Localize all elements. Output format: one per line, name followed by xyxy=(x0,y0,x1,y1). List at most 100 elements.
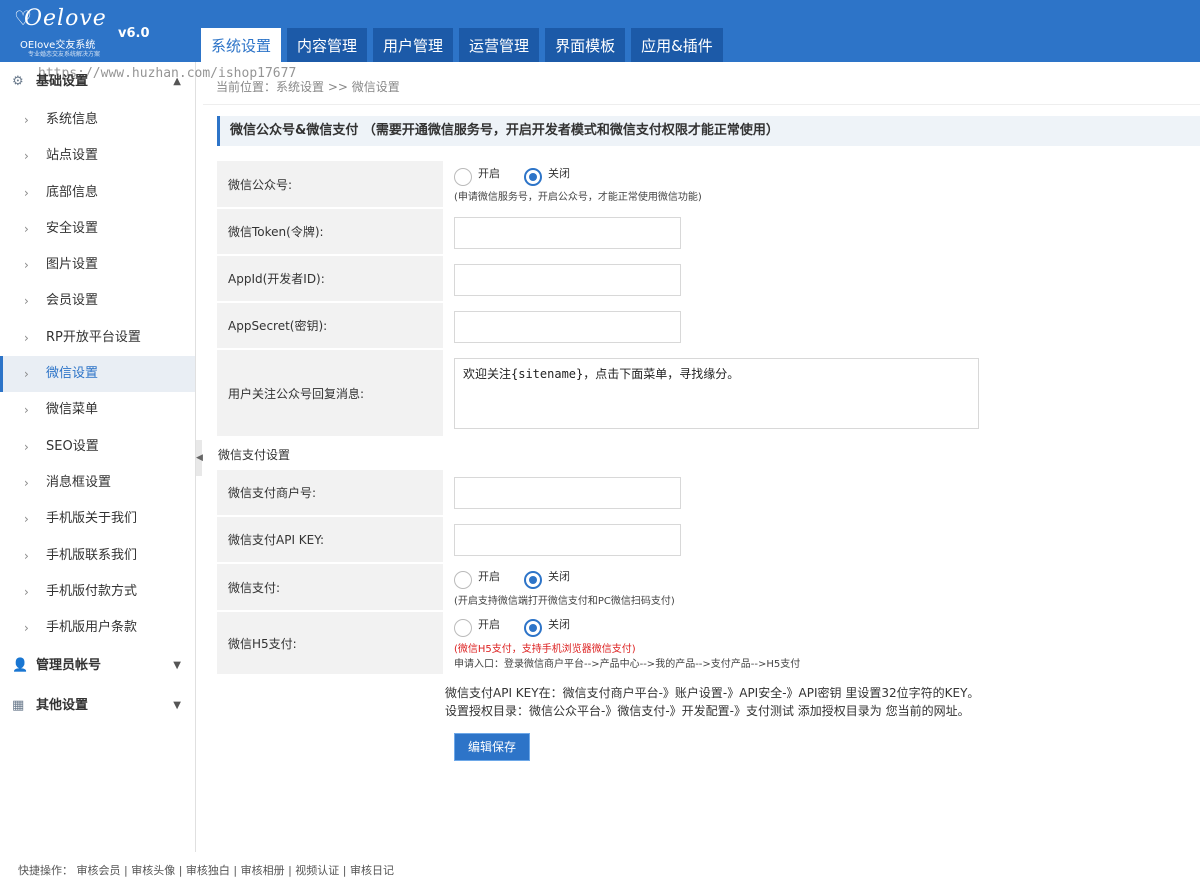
sidebar-item-rp-platform[interactable]: › RP开放平台设置 xyxy=(0,320,195,356)
save-button[interactable]: 编辑保存 xyxy=(454,733,530,761)
tab-templates[interactable]: 界面模板 xyxy=(545,28,626,62)
sidebar-group-label: 其他设置 xyxy=(36,698,89,714)
sidebar-item-label: 手机版联系我们 xyxy=(46,547,138,563)
field-label: AppId(开发者ID): xyxy=(217,256,443,301)
field-hint: 申请入口：登录微信商户平台-->产品中心-->我的产品-->支付产品-->H5支… xyxy=(454,659,801,670)
field-hint: (申请微信服务号，开启公众号，才能正常使用微信功能) xyxy=(454,192,702,203)
radio-disable[interactable] xyxy=(524,168,542,186)
radio-disable[interactable] xyxy=(524,619,542,637)
appsecret-input[interactable] xyxy=(454,311,681,343)
logo-script: Oelove xyxy=(24,6,107,31)
apikey-input[interactable] xyxy=(454,524,681,556)
sidebar-item-wechat-menu[interactable]: › 微信菜单 xyxy=(0,392,195,428)
radio-disable[interactable] xyxy=(524,571,542,589)
sidebar-item-label: 手机版关于我们 xyxy=(46,511,138,527)
sidebar-item-member-settings[interactable]: › 会员设置 xyxy=(0,283,195,319)
sidebar-group-other[interactable]: ▦ 其他设置 ▼ xyxy=(0,686,195,726)
field-label: 微信支付: xyxy=(217,564,443,610)
radio-enable[interactable] xyxy=(454,571,472,589)
sidebar-item-footer-info[interactable]: › 底部信息 xyxy=(0,175,195,211)
field-label: 微信Token(令牌): xyxy=(217,209,443,254)
sidebar-item-label: 安全设置 xyxy=(46,220,99,236)
sidebar-item-site-settings[interactable]: › 站点设置 xyxy=(0,138,195,174)
caret-down-icon: ▼ xyxy=(173,660,181,672)
sidebar-item-mobile-about[interactable]: › 手机版关于我们 xyxy=(0,501,195,537)
reply-message-textarea[interactable]: 欢迎关注{sitename}，点击下面菜单，寻找缘分。 xyxy=(454,358,979,429)
sidebar-item-label: 微信设置 xyxy=(46,366,99,382)
row-h5pay: 微信H5支付: 开启 关闭 (微信H5支付，支持手机浏览器微信支付) 申请入口：… xyxy=(217,612,1200,674)
sidebar: ⚙ 基础设置 ▲ › 系统信息 › 站点设置 › 底部信息 › 安全设置 › 图片设置 ›… xyxy=(0,62,196,852)
sidebar-group-admin[interactable]: 👤 管理员帐号 ▼ xyxy=(0,646,195,686)
appid-input[interactable] xyxy=(454,264,681,296)
row-wxpay: 微信支付: 开启 关闭 (开启支持微信端打开微信支付和PC微信扫码支付) xyxy=(217,564,1200,610)
tab-operations[interactable]: 运营管理 xyxy=(459,28,540,62)
sidebar-item-label: 消息框设置 xyxy=(46,474,112,490)
breadcrumb: 当前位置：系统设置 >> 微信设置 xyxy=(216,80,400,94)
chevron-right-icon: › xyxy=(24,475,29,490)
sidebar-item-label: RP开放平台设置 xyxy=(46,329,141,345)
field-label: 用户关注公众号回复消息: xyxy=(217,350,443,436)
chevron-right-icon: › xyxy=(24,185,29,200)
sidebar-item-system-info[interactable]: › 系统信息 xyxy=(0,102,195,138)
sidebar-item-label: 手机版付款方式 xyxy=(46,583,138,599)
chevron-right-icon: › xyxy=(24,367,29,382)
sidebar-item-mobile-payment[interactable]: › 手机版付款方式 xyxy=(0,574,195,610)
note-api-key: 微信支付API KEY在：微信支付商户平台-》账户设置-》API安全-》API密… xyxy=(445,686,980,700)
divider xyxy=(203,104,1200,105)
chevron-right-icon: › xyxy=(24,149,29,164)
sidebar-item-image-settings[interactable]: › 图片设置 xyxy=(0,247,195,283)
radio-enable[interactable] xyxy=(454,619,472,637)
main-content: 当前位置：系统设置 >> 微信设置 微信公众号&微信支付 （需要开通微信服务号，… xyxy=(203,62,1200,852)
sidebar-item-wechat-settings[interactable]: › 微信设置 xyxy=(0,356,195,393)
gear-icon: ⚙ xyxy=(12,74,24,89)
quick-actions-footer: 快捷操作： 审核会员 | 审核头像 | 审核独白 | 审核相册 | 视频认证 |… xyxy=(18,864,394,877)
field-hint: (开启支持微信端打开微信支付和PC微信扫码支付) xyxy=(454,596,675,607)
top-bar: ♡ Oelove OEIove交友系统 专业婚恋交友系统解决方案 v6.0 系统… xyxy=(0,0,1200,62)
logo-tagline: 专业婚恋交友系统解决方案 xyxy=(28,51,101,58)
chevron-right-icon: › xyxy=(24,221,29,236)
radio-group-wxpay: 开启 关闭 xyxy=(454,570,594,589)
row-token: 微信Token(令牌): xyxy=(217,209,1200,254)
user-icon: 👤 xyxy=(12,658,29,674)
radio-enable[interactable] xyxy=(454,168,472,186)
note-auth-dir: 设置授权目录：微信公众平台-》微信支付-》开发配置-》支付测试 添加授权目录为 … xyxy=(445,704,970,718)
tab-apps-plugins[interactable]: 应用&插件 xyxy=(631,28,723,62)
sidebar-item-label: 系统信息 xyxy=(46,112,99,127)
sidebar-group-label: 管理员帐号 xyxy=(36,658,102,674)
radio-label: 开启 xyxy=(478,570,500,583)
sidebar-item-mobile-terms[interactable]: › 手机版用户条款 xyxy=(0,610,195,646)
mchid-input[interactable] xyxy=(454,477,681,509)
sidebar-collapse-handle[interactable]: ◀ xyxy=(196,440,203,476)
sidebar-item-mobile-contact[interactable]: › 手机版联系我们 xyxy=(0,538,195,574)
version-label: v6.0 xyxy=(118,26,150,41)
sidebar-item-seo[interactable]: › SEO设置 xyxy=(0,429,195,465)
tab-system-settings[interactable]: 系统设置 xyxy=(201,28,282,62)
radio-group-h5pay: 开启 关闭 xyxy=(454,618,594,637)
token-input[interactable] xyxy=(454,217,681,249)
radio-group-wechat-mp: 开启 关闭 xyxy=(454,167,594,186)
sidebar-item-label: 底部信息 xyxy=(46,184,99,200)
logo[interactable]: ♡ Oelove OEIove交友系统 专业婚恋交友系统解决方案 xyxy=(14,4,114,58)
sidebar-item-label: 图片设置 xyxy=(46,257,99,273)
field-label: 微信H5支付: xyxy=(217,612,443,674)
field-label: 微信支付API KEY: xyxy=(217,517,443,562)
chevron-right-icon: › xyxy=(24,403,29,418)
sidebar-item-label: 站点设置 xyxy=(46,148,99,164)
tab-content-management[interactable]: 内容管理 xyxy=(287,28,368,62)
pay-section-heading: 微信支付设置 xyxy=(218,448,291,462)
sidebar-item-message-box[interactable]: › 消息框设置 xyxy=(0,465,195,501)
chevron-right-icon: › xyxy=(24,621,29,636)
caret-down-icon: ▼ xyxy=(173,700,181,712)
row-mchid: 微信支付商户号: xyxy=(217,470,1200,515)
chevron-right-icon: › xyxy=(24,113,29,127)
chevron-right-icon: › xyxy=(24,330,29,345)
sidebar-item-security[interactable]: › 安全设置 xyxy=(0,211,195,247)
sidebar-item-label: SEO设置 xyxy=(46,438,99,454)
field-label: AppSecret(密钥): xyxy=(217,303,443,348)
grid-icon: ▦ xyxy=(12,698,25,714)
tab-user-management[interactable]: 用户管理 xyxy=(373,28,454,62)
sidebar-item-label: 微信菜单 xyxy=(46,402,99,418)
chevron-right-icon: › xyxy=(24,512,29,527)
field-label: 微信支付商户号: xyxy=(217,470,443,515)
chevron-right-icon: › xyxy=(24,258,29,273)
